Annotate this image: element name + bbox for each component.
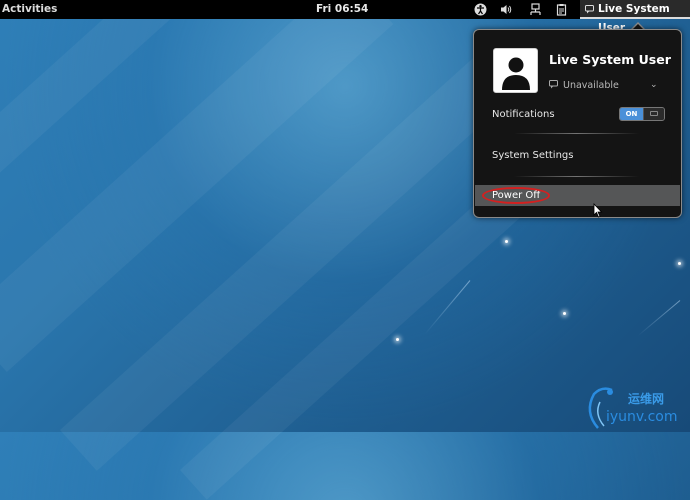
wallpaper-sparkle — [396, 338, 399, 341]
wallpaper-streak — [637, 300, 681, 337]
watermark-text-url: iyunv.com — [606, 409, 678, 425]
status-label: Unavailable — [563, 80, 619, 91]
menu-separator — [514, 176, 639, 177]
wallpaper-sparkle — [563, 312, 566, 315]
user-name-label: Live System User — [549, 52, 671, 67]
wallpaper-sparkle — [678, 262, 681, 265]
user-menu-button[interactable]: Live System User — [580, 0, 690, 34]
system-settings-item[interactable]: System Settings — [492, 150, 573, 161]
toggle-knob — [643, 108, 664, 120]
toggle-on-label: ON — [620, 108, 643, 120]
watermark-text-cn: 运维网 — [628, 392, 665, 406]
activities-button[interactable]: Activities — [0, 0, 57, 19]
chat-status-icon — [585, 5, 594, 14]
annotation-highlight-ring — [482, 187, 550, 204]
wallpaper-sparkle — [505, 240, 508, 243]
accessibility-icon[interactable] — [474, 3, 487, 16]
mouse-cursor-icon — [593, 203, 603, 218]
notifications-label: Notifications — [492, 109, 555, 120]
user-avatar-icon — [502, 57, 530, 90]
chat-status-icon — [549, 80, 558, 89]
volume-icon[interactable] — [500, 3, 513, 16]
clipboard-icon[interactable] — [555, 3, 568, 16]
chevron-down-icon: ⌄ — [650, 80, 658, 90]
clock-button[interactable]: Fri 06:54 — [316, 0, 368, 19]
avatar[interactable] — [493, 48, 538, 93]
notifications-toggle[interactable]: ON — [619, 107, 665, 121]
top-bar: Activities Fri 06:54 Live System User — [0, 0, 690, 34]
menu-separator — [514, 133, 639, 134]
network-icon[interactable] — [529, 3, 542, 16]
